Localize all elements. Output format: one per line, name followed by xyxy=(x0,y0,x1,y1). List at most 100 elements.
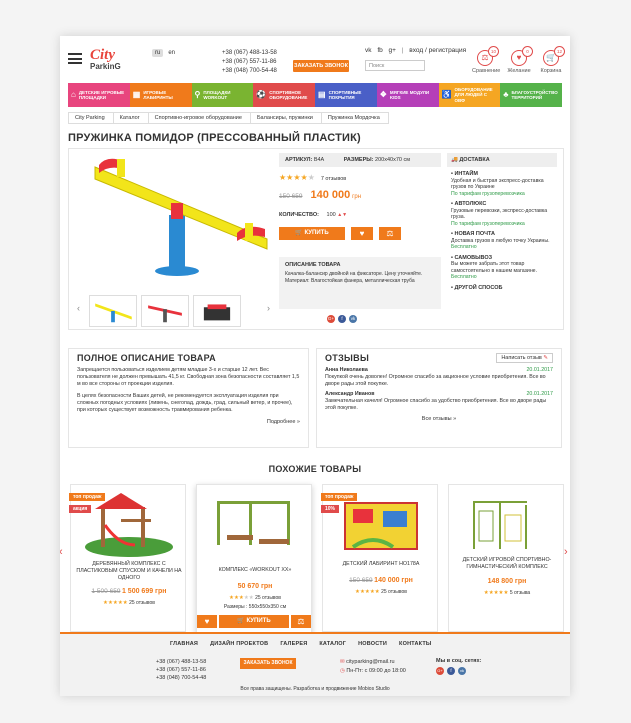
star-rating: ★★★ xyxy=(229,595,244,601)
cart-button[interactable]: 🛒 12 Корзина xyxy=(538,46,565,74)
product-card[interactable]: ДЕТСКИЙ ИГРОВОЙ СПОРТИВНО-ГИМНАСТИЧЕСКИЙ… xyxy=(448,484,564,632)
product-rating: ★★★★★ 7 отзывов xyxy=(279,173,346,182)
compare-button[interactable]: ⚖ xyxy=(291,615,311,628)
menu-item-sport-equipment[interactable]: ⚽ СПОРТИВНОЕ ОБОРУДОВАНИЕ xyxy=(253,83,315,107)
product-card[interactable]: топ продаж 10% ДЕТСКИЙ ЛАБИРИНТ НО178А 1… xyxy=(321,484,438,632)
menu-burger-icon[interactable] xyxy=(68,53,82,64)
product-image xyxy=(473,501,527,549)
menu-item-labyrinths[interactable]: ▦ ИГРОВЫЕ ЛАБИРИНТЫ xyxy=(129,83,192,107)
chevron-left-icon[interactable]: ‹ xyxy=(60,546,63,558)
facebook-icon[interactable]: f xyxy=(338,315,346,323)
star-rating: ★★★★ xyxy=(279,173,308,182)
footer-link[interactable]: ГАЛЕРЕЯ xyxy=(280,641,307,647)
product-card[interactable]: КОМПЛЕКС «WORKOUT XX» 50 670 грн ★★★★★ 2… xyxy=(196,484,312,648)
more-link[interactable]: Подробнее » xyxy=(77,419,300,425)
phone[interactable]: +38 (048) 700-54-48 xyxy=(222,67,277,76)
user-icon: | xyxy=(401,47,404,54)
google-plus-icon[interactable]: G+ xyxy=(327,315,335,323)
quantity-input[interactable]: 100 xyxy=(327,212,336,218)
buy-button[interactable]: 🛒 КУПИТЬ xyxy=(279,227,345,240)
chevron-right-icon[interactable]: › xyxy=(267,303,270,313)
delivery-option[interactable]: • ДРУГОЙ СПОСОБ xyxy=(451,285,557,292)
compare-button[interactable]: ⚖ xyxy=(379,227,401,240)
auth-link[interactable]: вход / регистрация xyxy=(409,47,466,54)
delivery-panel: 🚚 ДОСТАВКА • ИНТАЙМ Удобная и быстрая экс… xyxy=(447,153,557,323)
menu-item-workout[interactable]: ⚲ ПЛОЩАДКИ WORKOUT xyxy=(191,83,254,107)
lang-ru[interactable]: ru xyxy=(152,49,164,57)
old-price: 150 659 xyxy=(279,193,303,200)
soft-module-icon: ❖ xyxy=(379,90,387,100)
delivery-option[interactable]: • ИНТАЙМ Удобная и быстрая экспресс-доста… xyxy=(451,171,557,197)
product-specs: АРТИКУЛ: В4А РАЗМЕРЫ: 200х40х70 см xyxy=(279,153,441,167)
footer-link[interactable]: ДИЗАЙН ПРОЕКТОВ xyxy=(210,641,268,647)
quantity-stepper[interactable]: ▲▼ xyxy=(337,212,347,218)
delivery-option[interactable]: • АВТОЛЮКС Грузовые перевозки, экспресс-д… xyxy=(451,201,557,227)
reviews-count[interactable]: 7 отзывов xyxy=(321,176,346,182)
new-price: 140 000 xyxy=(310,189,351,201)
write-review-button[interactable]: Написать отзыв ✎ xyxy=(496,353,553,363)
menu-item-landscaping[interactable]: ♣ БЛАГОУСТРОЙСТВО ТЕРРИТОРИЙ xyxy=(500,83,562,107)
footer-nav: ГЛАВНАЯ ДИЗАЙН ПРОЕКТОВ ГАЛЕРЕЯ КАТАЛОГ … xyxy=(170,641,431,647)
breadcrumb-item[interactable]: Балансиры, пружинки xyxy=(249,112,322,124)
product-image[interactable] xyxy=(77,153,275,287)
product-image xyxy=(344,502,418,550)
google-plus-icon[interactable]: G+ xyxy=(436,667,444,675)
wishlist-button[interactable]: ♥ 0 Желание xyxy=(506,46,533,74)
phone[interactable]: +38 (067) 488-13-58 xyxy=(222,49,277,58)
product-card[interactable]: топ продаж акция ДЕРЕВЯННЫЙ КОМПЛЕКС С П… xyxy=(69,484,186,632)
call-request-button[interactable]: ЗАКАЗАТЬ ЗВОНОК xyxy=(293,60,349,72)
review-item: Анна Николаева 20.01.2017 Покупкой очень д… xyxy=(325,367,553,387)
facebook-icon[interactable]: fb xyxy=(377,47,382,54)
size: 200х40х70 см xyxy=(375,157,411,163)
menu-item-playgrounds[interactable]: ⌂ ДЕТСКИЕ ИГРОВЫЕ ПЛОЩАДКИ xyxy=(68,83,130,107)
google-plus-icon[interactable]: g+ xyxy=(389,47,396,54)
logo[interactable]: City ParkinG xyxy=(90,48,146,72)
menu-item-disabled-equipment[interactable]: ♿ ОБОРУДОВАНИЕ ДЛЯ ЛЮДЕЙ С ОВФ xyxy=(438,83,501,107)
wishlist-button[interactable]: ♥ xyxy=(351,227,373,240)
language-switch[interactable]: ru en xyxy=(152,49,180,57)
star-rating: ★★★★★ xyxy=(483,590,509,596)
compare-icon: ⚖ xyxy=(297,617,305,626)
top-sales-badge: топ продаж xyxy=(321,493,358,501)
search-input[interactable]: Поиск xyxy=(365,60,425,71)
menu-item-soft-modules[interactable]: ❖ МЯГКИЕ МОДУЛИ KIDS xyxy=(376,83,439,107)
menu-item-coatings[interactable]: ▤ СПОРТИВНЫЕ ПОКРЫТИЯ xyxy=(315,83,377,107)
thumbnail[interactable] xyxy=(89,295,137,327)
thumbnail[interactable] xyxy=(193,295,241,327)
page: City ParkinG ru en +38 (067) 488-13-58 +3… xyxy=(60,36,570,696)
playground-icon: ⌂ xyxy=(71,90,76,100)
wishlist-button[interactable]: ♥ xyxy=(197,615,217,628)
phone[interactable]: +38 (067) 557-11-86 xyxy=(222,58,277,67)
chevron-right-icon[interactable]: › xyxy=(564,546,568,558)
review-item: Александр Иванов 20.01.2017 Замечательная … xyxy=(325,391,553,411)
delivery-option[interactable]: • САМОВЫВОЗ Вы можете забрать этот товар … xyxy=(451,255,557,281)
footer-phones: +38 (067) 488-13-58 +38 (067) 557-11-86 … xyxy=(156,659,207,681)
breadcrumb-item[interactable]: Спортивно-игровое оборудование xyxy=(147,112,251,124)
breadcrumb-item: Пружинка Мордочка xyxy=(320,112,389,124)
facebook-icon[interactable]: f xyxy=(447,667,455,675)
footer-link[interactable]: НОВОСТИ xyxy=(358,641,387,647)
breadcrumb-item[interactable]: City Parking xyxy=(68,112,114,124)
all-reviews-link[interactable]: Все отзывы » xyxy=(325,416,553,422)
thumbnail[interactable] xyxy=(141,295,189,327)
lang-en[interactable]: en xyxy=(165,49,178,57)
heart-icon: ♥ xyxy=(204,617,210,626)
buy-button[interactable]: 🛒 КУПИТЬ xyxy=(219,615,289,628)
breadcrumb: City Parking Каталог Спортивно-игровое о… xyxy=(68,112,389,124)
star-rating: ★★★★★ xyxy=(355,589,380,595)
labyrinth-icon: ▦ xyxy=(132,90,141,100)
vk-icon[interactable]: vk xyxy=(349,315,357,323)
footer-link[interactable]: КАТАЛОГ xyxy=(319,641,346,647)
footer-link[interactable]: КОНТАКТЫ xyxy=(399,641,431,647)
chevron-left-icon[interactable]: ‹ xyxy=(77,303,80,313)
header-phones: +38 (067) 488-13-58 +38 (067) 557-11-86 … xyxy=(222,49,277,76)
vk-icon[interactable]: vk xyxy=(458,667,466,675)
footer-link[interactable]: ГЛАВНАЯ xyxy=(170,641,198,647)
tree-icon: ♣ xyxy=(503,90,509,100)
sku: В4А xyxy=(313,157,325,163)
footer-call-button[interactable]: ЗАКАЗАТЬ ЗВОНОК xyxy=(240,658,296,669)
breadcrumb-item[interactable]: Каталог xyxy=(112,112,149,124)
compare-button[interactable]: ⚖ 10 Сравнение xyxy=(472,46,500,74)
vk-icon[interactable]: vk xyxy=(365,47,372,54)
delivery-option[interactable]: • НОВАЯ ПОЧТА Доставка грузов в любую точ… xyxy=(451,231,557,251)
